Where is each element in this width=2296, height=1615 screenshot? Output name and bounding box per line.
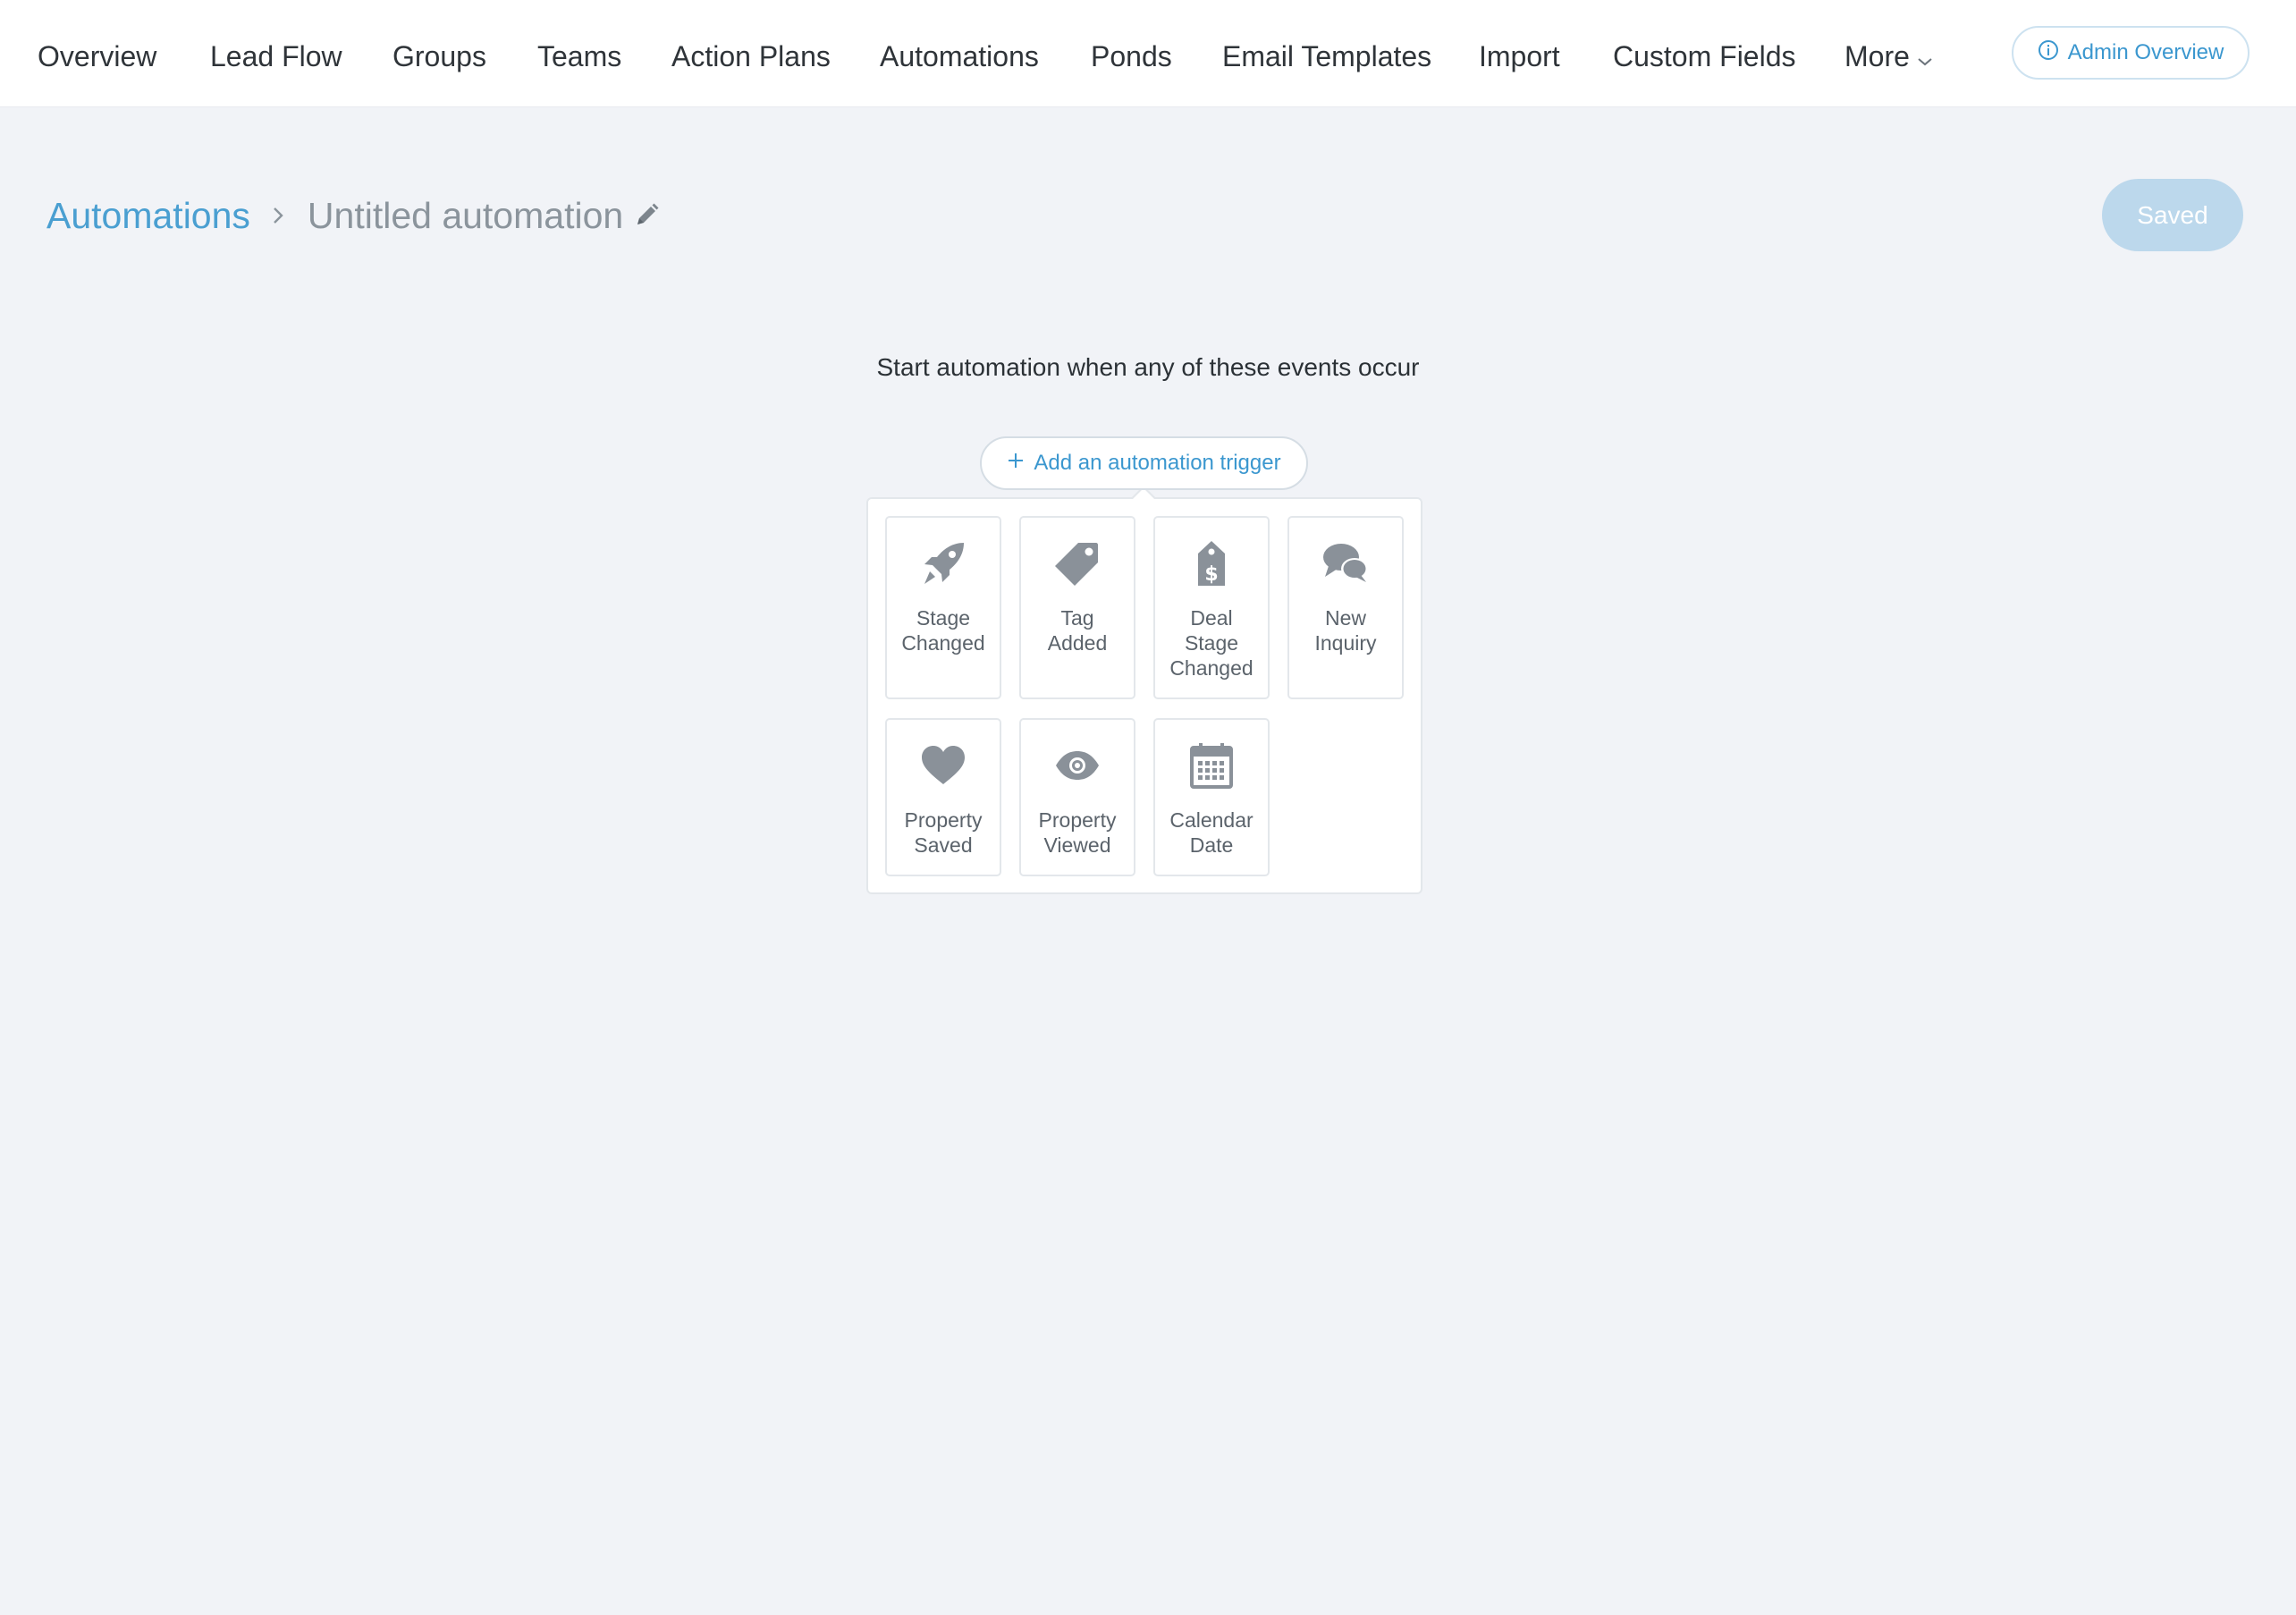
nav-item-more[interactable]: More <box>1844 0 1933 106</box>
eye-icon <box>1021 741 1134 790</box>
trigger-label-line: Tag <box>1060 606 1094 630</box>
trigger-label: Stage Changed <box>887 605 1000 655</box>
trigger-tile-tag-added[interactable]: Tag Added <box>1019 516 1135 699</box>
rocket-icon <box>887 539 1000 588</box>
trigger-label-line: Viewed <box>1043 833 1111 857</box>
nav-item-automations[interactable]: Automations <box>880 0 1039 106</box>
automation-title: Untitled automation <box>307 194 624 236</box>
tag-icon <box>1021 539 1134 588</box>
trigger-label-line: Changed <box>901 631 985 655</box>
trigger-label-line: Stage <box>916 606 971 630</box>
trigger-tile-deal-stage-changed[interactable]: $ Deal Stage Changed <box>1153 516 1270 699</box>
nav-item-import[interactable]: Import <box>1479 0 1560 106</box>
trigger-label-line: Property <box>1038 808 1117 832</box>
trigger-label-line: Added <box>1047 631 1108 655</box>
top-nav: Overview Lead Flow Groups Teams Action P… <box>0 0 2296 106</box>
nav-item-lead-flow[interactable]: Lead Flow <box>210 0 342 106</box>
nav-more-label: More <box>1844 40 1910 72</box>
nav-item-email-templates[interactable]: Email Templates <box>1222 0 1431 106</box>
chevron-right-icon <box>272 205 284 226</box>
trigger-label-line: Deal <box>1190 606 1233 630</box>
heart-icon <box>887 741 1000 790</box>
trigger-label-line: Date <box>1189 833 1234 857</box>
trigger-label: Deal Stage Changed <box>1155 605 1268 681</box>
trigger-label: Tag Added <box>1021 605 1134 655</box>
chat-bubbles-icon <box>1289 539 1402 588</box>
add-trigger-label: Add an automation trigger <box>1034 451 1281 475</box>
nav-item-overview[interactable]: Overview <box>38 0 156 106</box>
nav-item-groups[interactable]: Groups <box>393 0 486 106</box>
chevron-down-icon <box>1917 1 1933 114</box>
trigger-label: New Inquiry <box>1289 605 1402 655</box>
trigger-label-line: Saved <box>914 833 973 857</box>
info-icon <box>2038 39 2059 67</box>
trigger-label: Property Viewed <box>1021 808 1134 858</box>
trigger-label: Calendar Date <box>1155 808 1268 858</box>
trigger-tile-stage-changed[interactable]: Stage Changed <box>885 516 1001 699</box>
trigger-label: Property Saved <box>887 808 1000 858</box>
add-automation-trigger-button[interactable]: Add an automation trigger <box>980 436 1308 490</box>
admin-overview-button[interactable]: Admin Overview <box>2012 26 2250 80</box>
svg-text:$: $ <box>1204 563 1218 586</box>
nav-item-ponds[interactable]: Ponds <box>1091 0 1172 106</box>
nav-item-custom-fields[interactable]: Custom Fields <box>1613 0 1796 106</box>
trigger-label-line: New <box>1324 606 1366 630</box>
trigger-label-line: Stage <box>1184 631 1239 655</box>
price-tag-dollar-icon: $ <box>1155 539 1268 588</box>
pencil-icon[interactable] <box>632 201 661 230</box>
trigger-label-line: Changed <box>1169 656 1254 680</box>
nav-item-action-plans[interactable]: Action Plans <box>671 0 831 106</box>
trigger-label-line: Calendar <box>1169 808 1254 832</box>
trigger-tile-new-inquiry[interactable]: New Inquiry <box>1287 516 1404 699</box>
calendar-icon <box>1155 741 1268 790</box>
admin-overview-label: Admin Overview <box>2067 40 2224 64</box>
breadcrumb: Automations Untitled automation <box>46 188 661 243</box>
breadcrumb-automations-link[interactable]: Automations <box>46 195 250 237</box>
start-automation-text: Start automation when any of these event… <box>876 353 1420 381</box>
trigger-tile-property-viewed[interactable]: Property Viewed <box>1019 718 1135 876</box>
saved-button[interactable]: Saved <box>2102 179 2243 251</box>
nav-item-teams[interactable]: Teams <box>537 0 621 106</box>
trigger-label-line: Inquiry <box>1314 631 1377 655</box>
trigger-tile-calendar-date[interactable]: Calendar Date <box>1153 718 1270 876</box>
trigger-label-line: Property <box>904 808 983 832</box>
plus-icon <box>1007 451 1025 476</box>
trigger-tile-property-saved[interactable]: Property Saved <box>885 718 1001 876</box>
